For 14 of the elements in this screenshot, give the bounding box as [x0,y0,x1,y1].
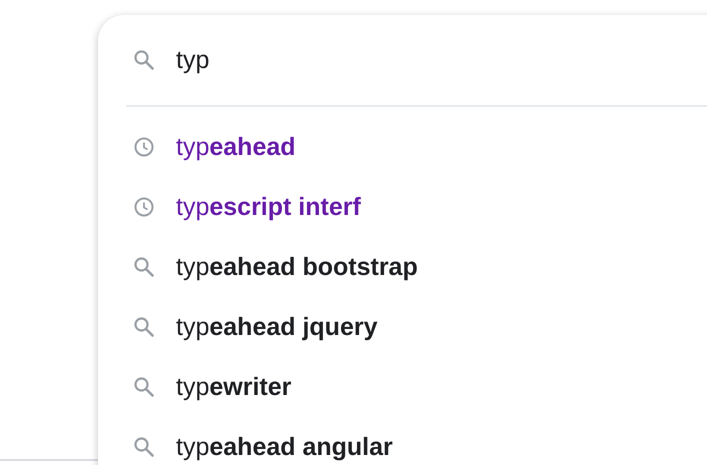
search-field[interactable]: typ [176,46,576,74]
suggestion-item[interactable]: typeahead bootstrap [176,252,418,282]
clock-icon [132,195,156,219]
search-icon [132,435,156,459]
suggestion-item[interactable]: typeahead angular [176,432,393,462]
search-icon [132,48,156,72]
clock-icon [132,135,156,159]
search-icon [132,255,156,279]
suggestion-item[interactable]: typeahead jquery [176,312,378,342]
search-icon [132,315,156,339]
suggestion-item[interactable]: typescript interf [176,192,361,222]
suggestion-item[interactable]: typeahead [176,132,296,162]
suggestion-item[interactable]: typewriter [176,372,292,402]
search-icon [132,375,156,399]
